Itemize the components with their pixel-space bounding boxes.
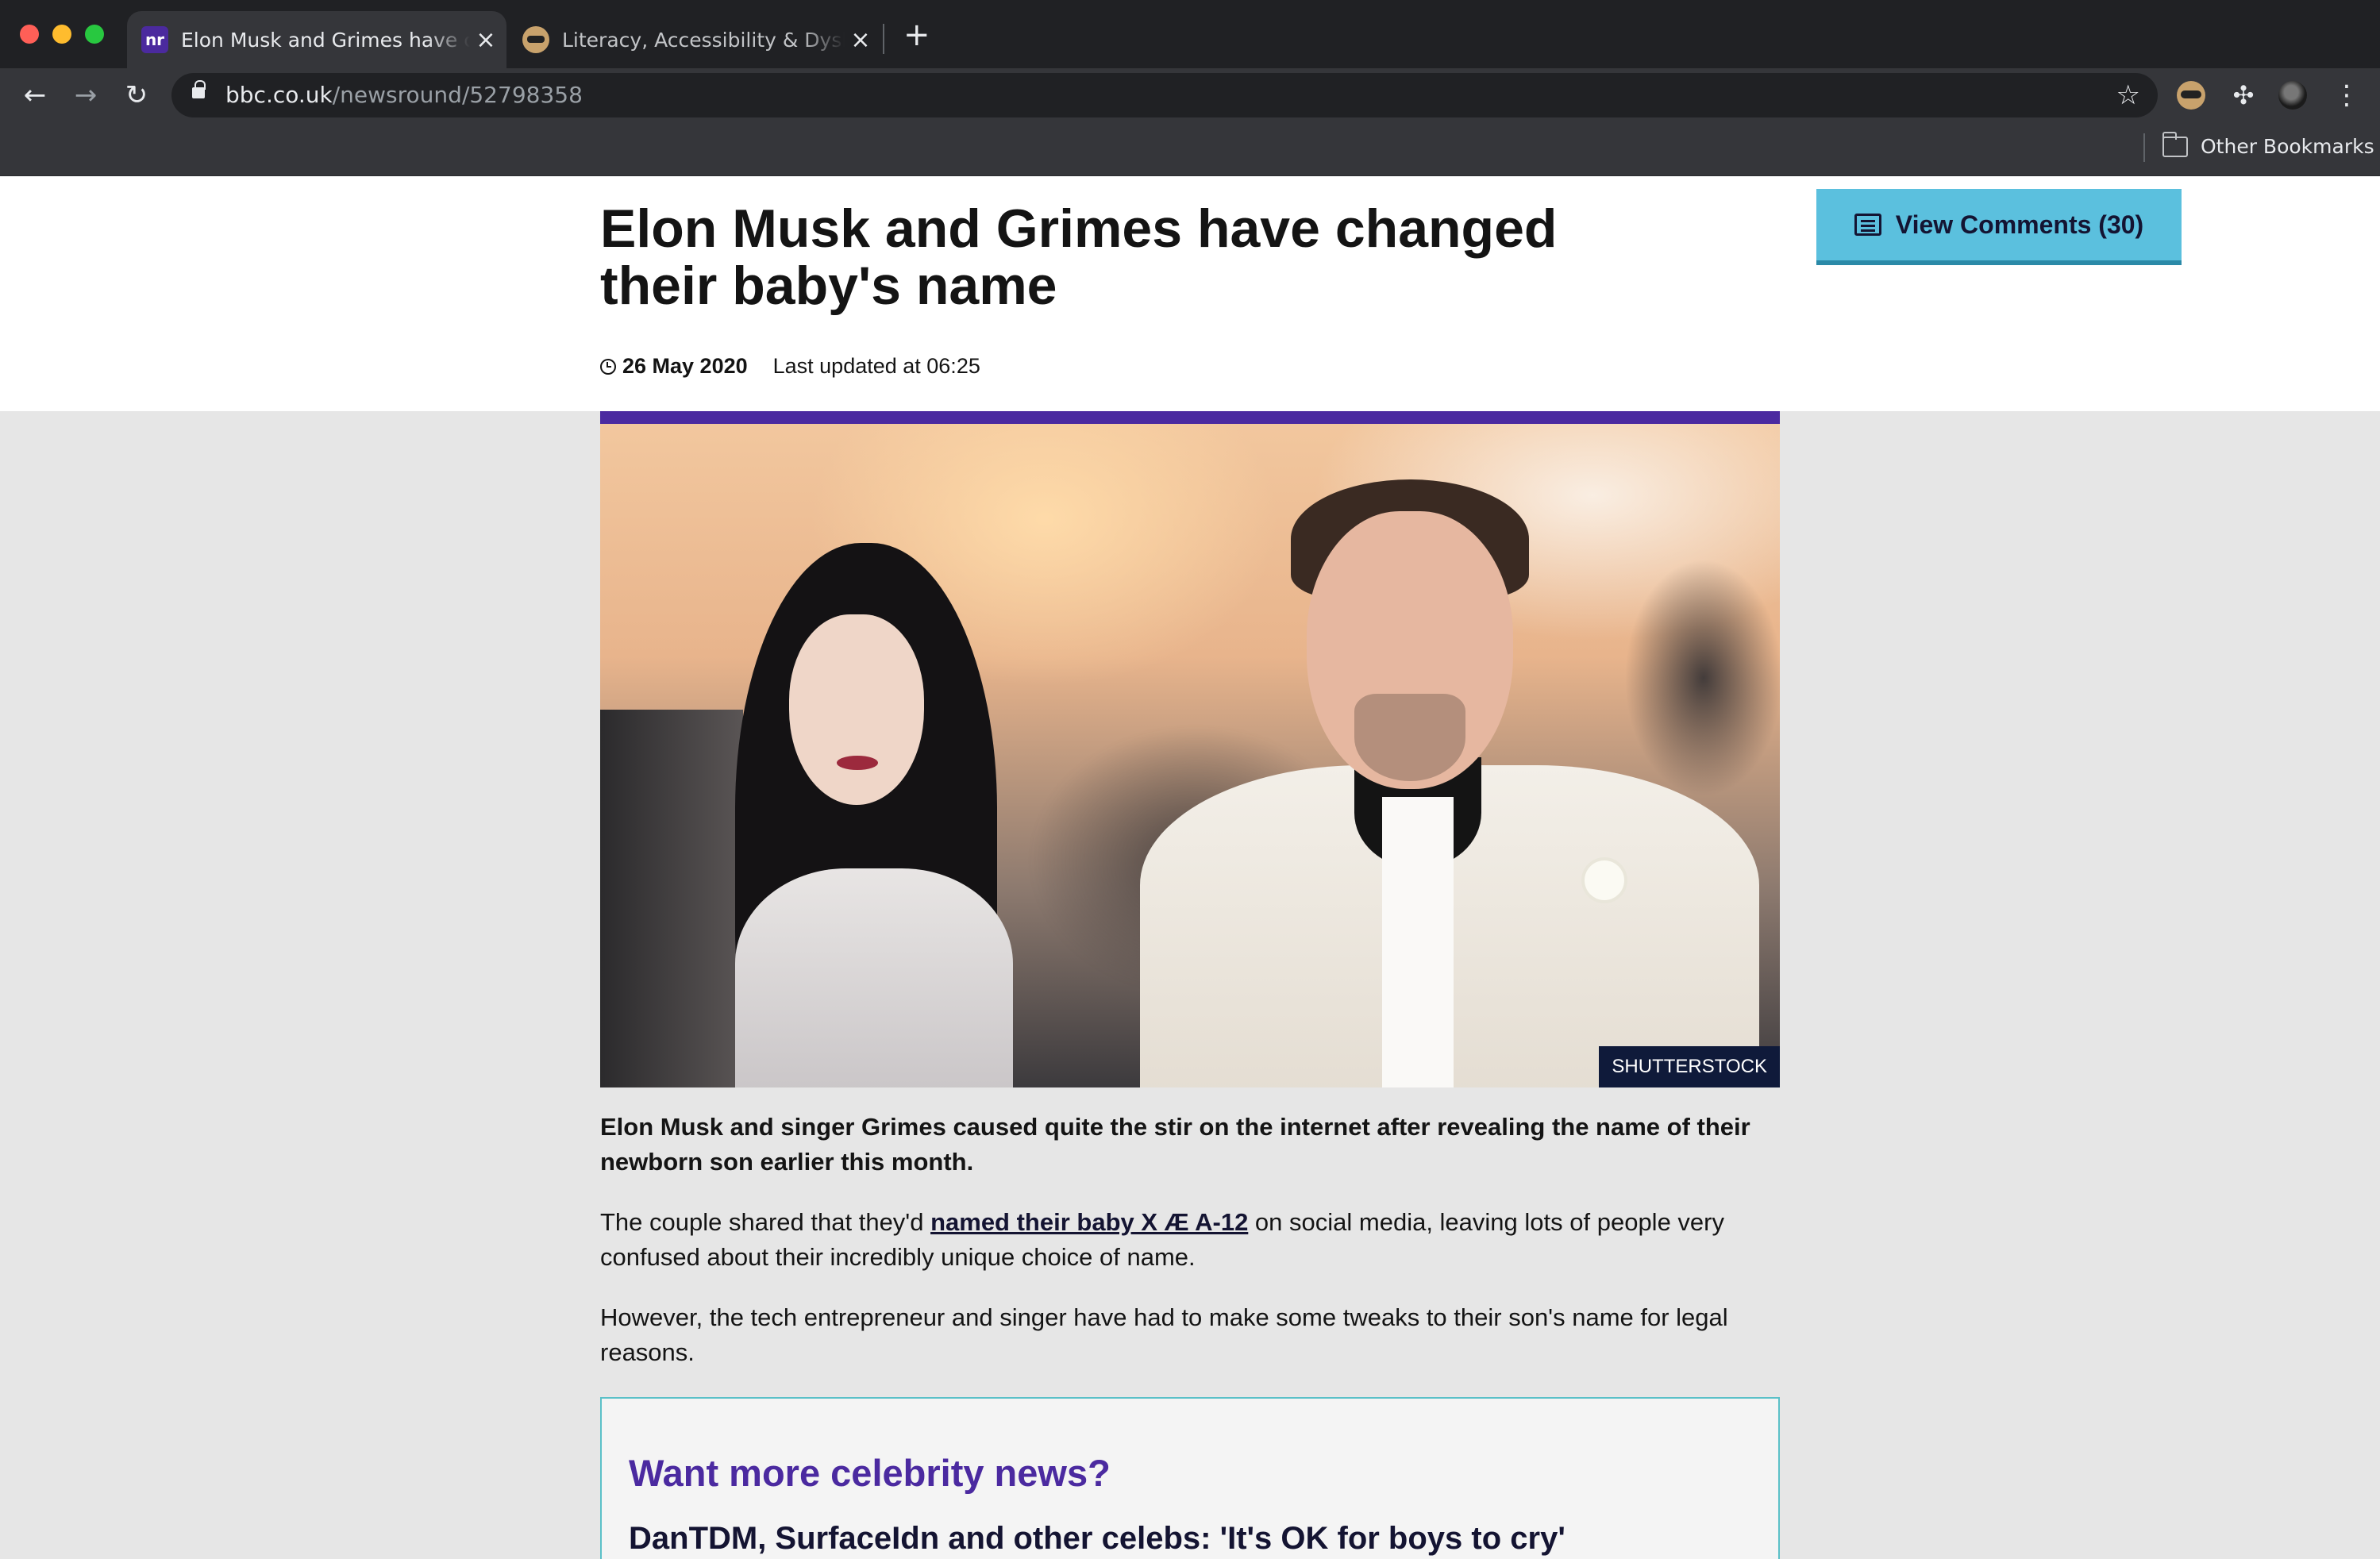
url-text[interactable]: bbc.co.uk/newsround/52798358 [225,83,583,108]
profile-avatar[interactable] [2278,81,2307,110]
promo-title: Want more celebrity news? [629,1452,1111,1494]
tab-newsround-article[interactable]: nr Elon Musk and Grimes have changed the… [127,11,506,68]
article-paragraph: However, the tech entrepreneur and singe… [600,1303,1728,1366]
url-path: /newsround/52798358 [332,82,583,108]
photo-woman-face [789,614,924,805]
glasses-favicon-icon [522,26,549,53]
purple-accent-bar [600,411,1780,424]
close-tab-icon[interactable]: × [470,26,502,54]
photo-man-shirt [1382,797,1454,1087]
browser-tab-bar: nr Elon Musk and Grimes have changed the… [0,0,2380,68]
hero-image: SHUTTERSTOCK [600,424,1780,1087]
tab-title: Literacy, Accessibility & Dyslexia [562,28,845,52]
photo-woman-lips [837,756,878,770]
close-window-button[interactable] [20,25,39,44]
forward-arrow-icon[interactable]: → [70,79,102,111]
folder-icon[interactable] [2162,132,2188,157]
view-comments-button[interactable]: View Comments (30) [1816,189,2182,265]
lock-icon[interactable] [192,80,206,98]
related-promo-box: Want more celebrity news? DanTDM, Surfac… [600,1397,1780,1559]
tab-title: Elon Musk and Grimes have changed their … [181,28,470,52]
newsround-favicon-icon: nr [141,26,168,53]
photo-man-beard [1354,694,1465,781]
promo-link[interactable]: DanTDM, SurfaceIdn and other celebs: 'It… [629,1521,1565,1557]
article-header: Elon Musk and Grimes have changed their … [0,176,2380,411]
browser-toolbar: ← → ↻ bbc.co.uk/newsround/52798358 ☆ ✣ ⋮ [0,68,2380,122]
menu-kebab-icon[interactable]: ⋮ [2332,81,2361,110]
photo-woman-dress [735,868,1013,1087]
article-date: 26 May 2020 [622,354,748,378]
image-credit: SHUTTERSTOCK [1599,1046,1780,1087]
article-meta: 26 May 2020 Last updated at 06:25 [600,354,980,379]
photo-background-photographer [1624,559,1780,797]
address-bar[interactable]: bbc.co.uk/newsround/52798358 ☆ [171,73,2158,117]
bookmark-star-icon[interactable]: ☆ [2116,79,2140,111]
tab-divider [883,24,884,54]
photo-background-left [600,710,743,1087]
reload-icon[interactable]: ↻ [121,79,152,111]
url-domain: bbc.co.uk [225,82,333,108]
view-comments-label: View Comments (30) [1895,210,2144,239]
photo-flower [1585,860,1624,900]
bookmarks-bar: Other Bookmarks [0,122,2380,176]
article-body: Elon Musk and singer Grimes caused quite… [600,1110,1780,1395]
new-tab-plus-icon[interactable]: + [903,19,930,51]
back-arrow-icon[interactable]: ← [19,79,51,111]
named-baby-link[interactable]: named their baby X Æ A-12 [930,1208,1248,1236]
article-paragraph: The couple shared that they'd named thei… [600,1205,1780,1275]
clock-icon [600,358,616,375]
bookmarks-divider [2143,133,2145,162]
article-headline: Elon Musk and Grimes have changed their … [600,198,1558,316]
extensions-puzzle-icon[interactable]: ✣ [2229,81,2258,110]
close-tab-icon[interactable]: × [845,26,876,54]
last-updated: Last updated at 06:25 [772,354,980,378]
tab-literacy-accessibility[interactable]: Literacy, Accessibility & Dyslexia × [508,11,881,68]
glasses-extension-icon[interactable] [2177,81,2205,110]
maximize-window-button[interactable] [85,25,104,44]
page-viewport: Elon Musk and Grimes have changed their … [0,176,2380,1559]
comment-icon [1854,214,1881,236]
other-bookmarks-label[interactable]: Other Bookmarks [2201,135,2374,158]
minimize-window-button[interactable] [52,25,71,44]
article-intro: Elon Musk and singer Grimes caused quite… [600,1113,1750,1176]
paragraph-text: The couple shared that they'd [600,1208,931,1236]
